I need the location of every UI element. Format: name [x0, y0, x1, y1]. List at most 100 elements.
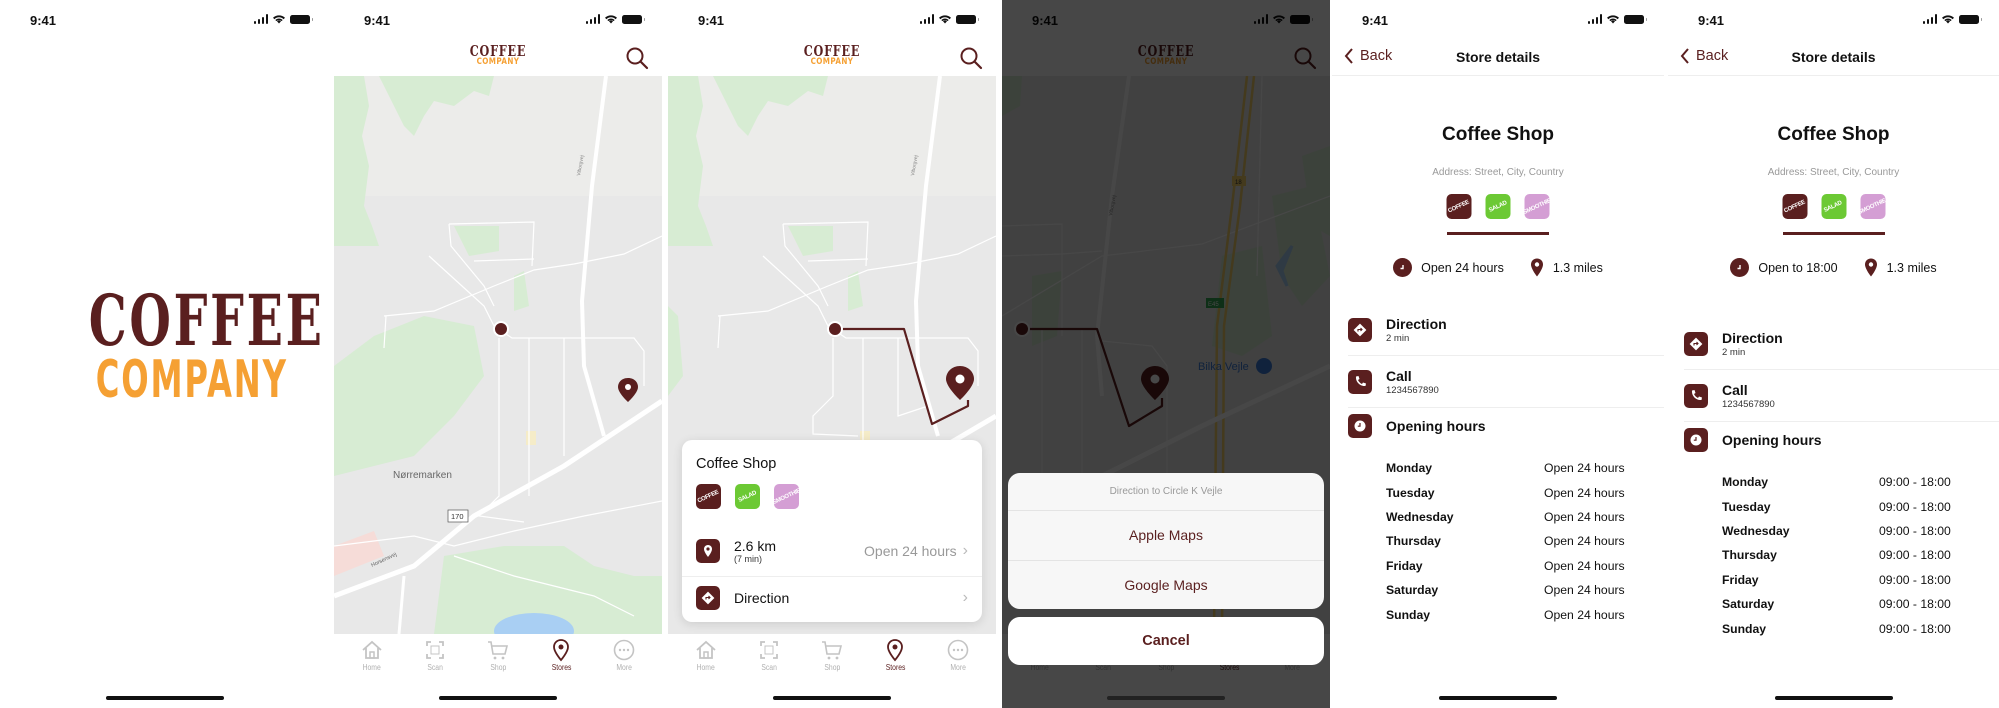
status-icons [1587, 14, 1647, 24]
opening-hours-list: Monday 09:00 - 18:00 Tuesday 09:00 - 18:00… [1722, 470, 1975, 641]
status-bar: 9:41 [1668, 0, 1999, 40]
tab-stores[interactable]: Stores [870, 638, 920, 678]
search-icon[interactable] [958, 45, 984, 71]
direction-row[interactable]: Direction 2 min [1684, 318, 1999, 370]
status-bar: 9:41 [1332, 0, 1664, 40]
hours-row: Friday Open 24 hours [1386, 558, 1625, 573]
store-details-screen: 9:41 Back Store details Coffee Shop Addr… [1332, 0, 1664, 708]
apple-maps-option[interactable]: Apple Maps [1008, 511, 1324, 560]
hours-row: Tuesday Open 24 hours [1386, 485, 1625, 500]
tab-home[interactable]: Home [681, 638, 731, 678]
more-icon [614, 639, 635, 661]
hours-row: Sunday 09:00 - 18:00 [1722, 621, 1951, 636]
tab-scan[interactable]: Scan [744, 638, 794, 678]
status-icons [919, 14, 979, 24]
store-name: Coffee Shop [696, 456, 777, 472]
location-pin-icon [696, 539, 720, 563]
home-indicator [106, 696, 224, 700]
home-indicator [439, 696, 557, 700]
status-bar: 9:41 [668, 0, 996, 40]
direction-row[interactable]: Direction 2 min [1348, 304, 1664, 356]
store-pin-icon[interactable] [946, 366, 974, 400]
direction-label: Direction [734, 589, 790, 606]
status-bar: 9:41 [0, 0, 330, 40]
tab-label: Shop [824, 663, 840, 672]
tab-scan[interactable]: Scan [410, 638, 460, 678]
brand-logo: COFFEE COMPANY [794, 44, 869, 67]
call-row[interactable]: Call 1234567890 [1348, 356, 1664, 408]
store-pin-icon[interactable] [618, 378, 638, 402]
direction-label: Direction [1722, 329, 1783, 346]
smoothie-tag-icon: SMOOTHIE [774, 484, 799, 509]
open-status: Open to 18:00 [1758, 260, 1838, 275]
call-row[interactable]: Call 1234567890 [1684, 370, 1999, 422]
signal-icon [1922, 14, 1937, 24]
smoothie-tag-icon: SMOOTHIE [1860, 194, 1885, 219]
home-indicator [773, 696, 891, 700]
store-duration: (7 min) [734, 554, 763, 564]
wifi-icon [1942, 15, 1954, 24]
hours-row: Wednesday 09:00 - 18:00 [1722, 523, 1951, 538]
tab-home[interactable]: Home [347, 638, 397, 678]
direction-icon [1348, 317, 1372, 342]
signal-icon [585, 14, 600, 24]
hours-row: Friday 09:00 - 18:00 [1722, 572, 1951, 587]
home-indicator [1439, 696, 1557, 700]
back-label: Back [1696, 48, 1729, 64]
hours-row: Monday 09:00 - 18:00 [1722, 475, 1951, 490]
direction-row[interactable]: Direction › [682, 576, 982, 618]
app-header: COFFEE COMPANY [668, 40, 996, 76]
hours-row: Saturday 09:00 - 18:00 [1722, 597, 1951, 612]
tab-label: Home [696, 663, 715, 672]
store-summary: Open to 18:00 1.3 miles [1668, 258, 1999, 277]
map-view[interactable]: Viborgvej Nørremarken 170 Horsensvej [334, 76, 662, 634]
chevron-right-icon: › [962, 588, 968, 606]
location-pin-icon [553, 639, 570, 662]
tab-more[interactable]: More [933, 638, 983, 678]
opening-hours-list: Monday Open 24 hours Tuesday Open 24 hours… [1386, 456, 1640, 627]
cancel-button[interactable]: Cancel [1008, 617, 1324, 665]
tab-shop[interactable]: Shop [807, 638, 857, 678]
hours-row: Thursday 09:00 - 18:00 [1722, 548, 1951, 563]
phone-number: 1234567890 [1386, 384, 1439, 396]
store-card[interactable]: Coffee Shop COFFEE SALAD SMOOTHIE 2.6 km… [682, 440, 982, 622]
status-bar: 9:41 [334, 0, 662, 40]
coffee-tag-icon: COFFEE [1446, 194, 1472, 219]
direction-icon [1684, 331, 1708, 356]
battery-icon [622, 14, 645, 24]
hours-row: Monday Open 24 hours [1386, 461, 1625, 476]
location-pin-icon [887, 639, 904, 662]
home-icon [695, 640, 716, 659]
tab-shop[interactable]: Shop [473, 638, 523, 678]
store-hours-status: Open 24 hours [864, 543, 957, 559]
coffee-tag-icon: COFFEE [696, 484, 721, 509]
store-name: Coffee Shop [1777, 124, 1890, 145]
brand-line-2: COMPANY [810, 57, 854, 67]
search-icon[interactable] [624, 45, 650, 71]
store-summary: Open 24 hours 1.3 miles [1332, 258, 1664, 277]
opening-hours-header: Opening hours [1348, 402, 1664, 450]
call-label: Call [1722, 381, 1748, 398]
back-button[interactable]: Back [1680, 48, 1728, 64]
direction-duration: 2 min [1386, 332, 1410, 344]
tab-more[interactable]: More [599, 638, 649, 678]
store-address: Address: Street, City, Country [1767, 167, 1900, 178]
hours-row: Sunday Open 24 hours [1386, 607, 1625, 622]
tab-stores[interactable]: Stores [536, 638, 586, 678]
location-pin-icon [1864, 258, 1877, 277]
distance-row[interactable]: 2.6 km (7 min) Open 24 hours › [682, 530, 982, 572]
nav-title: Store details [1791, 49, 1876, 65]
direction-label: Direction [1386, 315, 1447, 332]
tab-label: Scan [761, 663, 777, 672]
smoothie-tag-icon: SMOOTHIE [1524, 194, 1550, 219]
home-icon [361, 640, 382, 659]
tab-label: More [616, 663, 633, 672]
nav-bar: Back Store details [1668, 40, 1999, 76]
store-tags: COFFEE SALAD SMOOTHIE [1446, 194, 1550, 219]
back-button[interactable]: Back [1344, 48, 1392, 64]
google-maps-option[interactable]: Google Maps [1008, 560, 1324, 609]
tab-label: Stores [551, 663, 571, 672]
store-distance: 2.6 km [734, 538, 777, 554]
brand-line-2: COMPANY [95, 350, 288, 410]
opening-hours-label: Opening hours [1722, 432, 1822, 448]
